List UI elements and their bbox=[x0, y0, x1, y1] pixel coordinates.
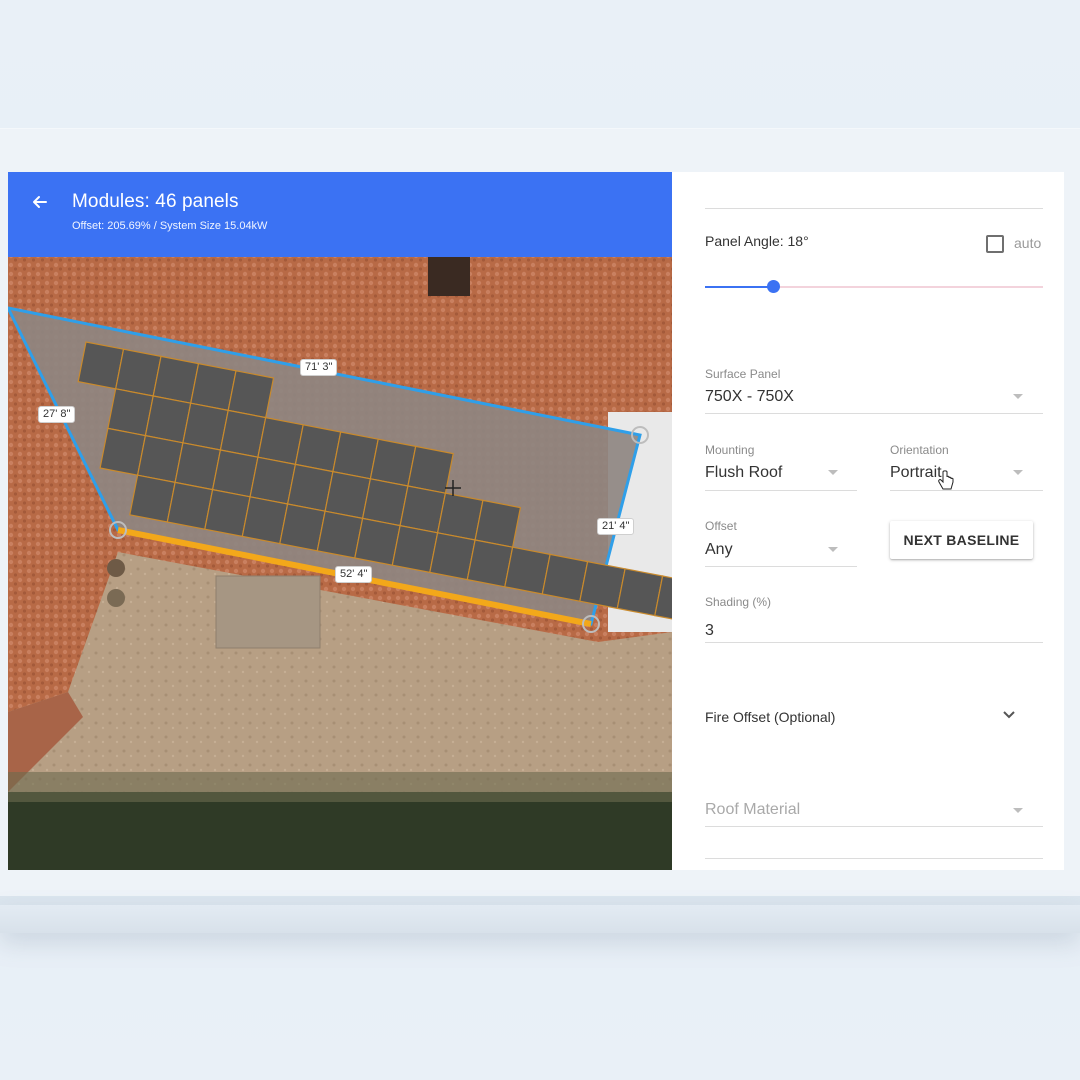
yard-object bbox=[107, 589, 125, 607]
caret-down-icon[interactable] bbox=[828, 547, 838, 552]
field-underline bbox=[705, 858, 1043, 859]
next-baseline-button[interactable]: NEXT BASELINE bbox=[890, 521, 1033, 559]
device-shadow bbox=[0, 905, 1080, 933]
field-underline bbox=[705, 642, 1043, 643]
mounting-select[interactable]: Flush Roof bbox=[705, 464, 782, 482]
modules-title: Modules: 46 panels bbox=[72, 191, 239, 212]
mounting-label: Mounting bbox=[705, 443, 755, 457]
shading-input[interactable]: 3 bbox=[705, 622, 714, 640]
orientation-label: Orientation bbox=[890, 443, 949, 457]
yard-patch bbox=[215, 575, 321, 649]
dimension-label-top: 71' 3" bbox=[300, 359, 338, 376]
auto-checkbox-label: auto bbox=[1014, 235, 1042, 251]
fire-offset-toggle[interactable]: Fire Offset (Optional) bbox=[705, 709, 835, 725]
field-underline bbox=[705, 208, 1043, 209]
shading-label: Shading (%) bbox=[705, 595, 772, 609]
map-canvas[interactable] bbox=[8, 172, 672, 870]
offset-label: Offset bbox=[705, 519, 737, 533]
panel-angle-slider-fill[interactable] bbox=[705, 286, 773, 288]
dimension-label-right: 21' 4" bbox=[597, 518, 635, 535]
dimension-label-left: 27' 8" bbox=[38, 406, 76, 423]
caret-down-icon[interactable] bbox=[1013, 808, 1023, 813]
dimension-label-bottom: 52' 4" bbox=[335, 566, 373, 583]
hand-pointer-icon bbox=[938, 470, 954, 490]
tree-line bbox=[8, 792, 672, 870]
panel-angle-label: Panel Angle: 18° bbox=[705, 233, 809, 249]
field-underline bbox=[705, 566, 857, 567]
chevron-down-icon[interactable] bbox=[1002, 710, 1016, 720]
solar-panel[interactable] bbox=[474, 499, 522, 548]
caret-down-icon[interactable] bbox=[1013, 394, 1023, 399]
modules-header: Modules: 46 panels Offset: 205.69% / Sys… bbox=[8, 172, 672, 257]
app-screen: 71' 3" 27' 8" 21' 4" 52' 4" Modules: 46 … bbox=[8, 172, 1064, 870]
orientation-select[interactable]: Portrait bbox=[890, 464, 942, 482]
surface-panel-select[interactable]: 750X - 750X bbox=[705, 388, 794, 406]
solar-panel[interactable] bbox=[407, 445, 454, 494]
offset-select[interactable]: Any bbox=[705, 541, 733, 559]
roof-chimney bbox=[428, 252, 470, 296]
solar-panel[interactable] bbox=[227, 370, 275, 419]
arrow-left-icon bbox=[33, 196, 47, 208]
roof-material-select[interactable]: Roof Material bbox=[705, 801, 800, 819]
module-settings-panel: Panel Angle: 18° auto Surface Panel 750X… bbox=[672, 172, 1064, 870]
back-button[interactable] bbox=[26, 188, 54, 216]
satellite-map[interactable]: 71' 3" 27' 8" 21' 4" 52' 4" Modules: 46 … bbox=[8, 172, 672, 870]
panel-angle-slider-track[interactable] bbox=[773, 286, 1043, 288]
surface-panel-label: Surface Panel bbox=[705, 367, 781, 381]
field-underline bbox=[705, 826, 1043, 827]
system-size-summary: Offset: 205.69% / System Size 15.04kW bbox=[72, 220, 268, 232]
yard-object bbox=[107, 559, 125, 577]
auto-angle-checkbox[interactable] bbox=[986, 235, 1004, 253]
field-underline bbox=[705, 413, 1043, 414]
shrub-strip bbox=[8, 772, 672, 802]
field-underline bbox=[705, 490, 857, 491]
caret-down-icon[interactable] bbox=[828, 470, 838, 475]
panel-angle-slider-thumb[interactable] bbox=[767, 280, 780, 293]
field-underline bbox=[890, 490, 1043, 491]
caret-down-icon[interactable] bbox=[1013, 470, 1023, 475]
